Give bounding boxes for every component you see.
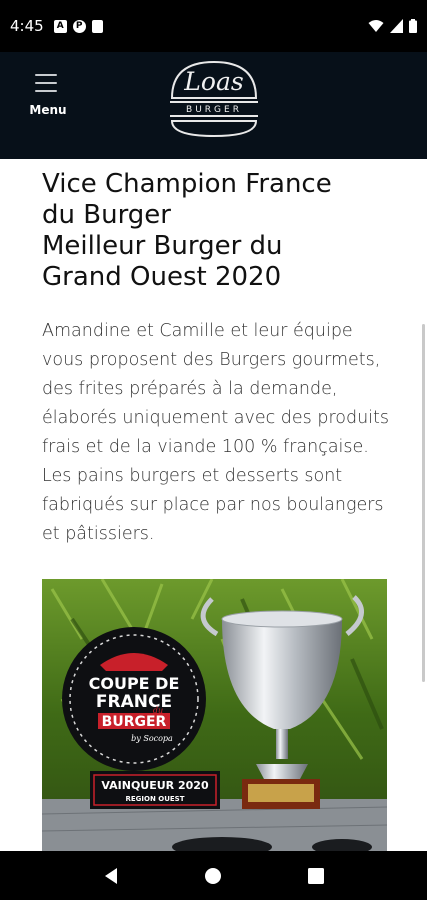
logo-script-text: Loas — [183, 67, 243, 96]
recents-icon — [307, 867, 324, 884]
back-icon — [105, 867, 118, 884]
trophy-photo: COUPE DE FRANCE du BURGER by Socopa VAIN… — [42, 579, 387, 851]
page-title: Vice Champion France du Burger Meilleur … — [42, 169, 392, 293]
menu-label: Menu — [29, 103, 67, 117]
title-line: Grand Ouest 2020 — [42, 262, 282, 292]
battery-icon — [409, 19, 417, 33]
title-line: Meilleur Burger du — [42, 231, 283, 261]
back-button[interactable] — [91, 856, 131, 896]
title-line: Vice Champion France — [42, 169, 332, 199]
intro-paragraph: Amandine et Camille et leur équipe vous … — [42, 321, 390, 544]
navigation-bar — [0, 851, 427, 900]
loas-burger-logo[interactable]: Loas BURGER — [166, 58, 262, 140]
signal-icon — [390, 19, 403, 33]
trophy-text: by Socopa — [131, 734, 173, 743]
plaque-text: VAINQUEUR 2020 — [101, 779, 209, 792]
menu-button[interactable]: Menu — [24, 74, 72, 134]
logo-burger-text: BURGER — [186, 105, 242, 115]
trophy-text: BURGER — [102, 714, 167, 730]
recents-button[interactable] — [296, 856, 336, 896]
sd-card-icon — [91, 19, 103, 33]
title-line: du Burger — [42, 200, 171, 230]
main-content: Vice Champion France du Burger Meilleur … — [0, 159, 427, 851]
site-header: Menu Loas BURGER — [0, 52, 427, 159]
hamburger-icon — [35, 74, 57, 98]
status-time: 4:45 — [10, 17, 44, 35]
a-icon: A — [53, 19, 67, 33]
home-button[interactable] — [193, 856, 233, 896]
wifi-icon — [368, 20, 384, 32]
home-icon — [205, 867, 222, 884]
scrollbar-thumb[interactable] — [422, 324, 425, 682]
trophy-text: COUPE DE — [89, 674, 180, 693]
p-icon: P — [72, 19, 86, 33]
status-bar: 4:45 A P — [0, 0, 427, 52]
plaque-text: REGION OUEST — [125, 795, 184, 803]
